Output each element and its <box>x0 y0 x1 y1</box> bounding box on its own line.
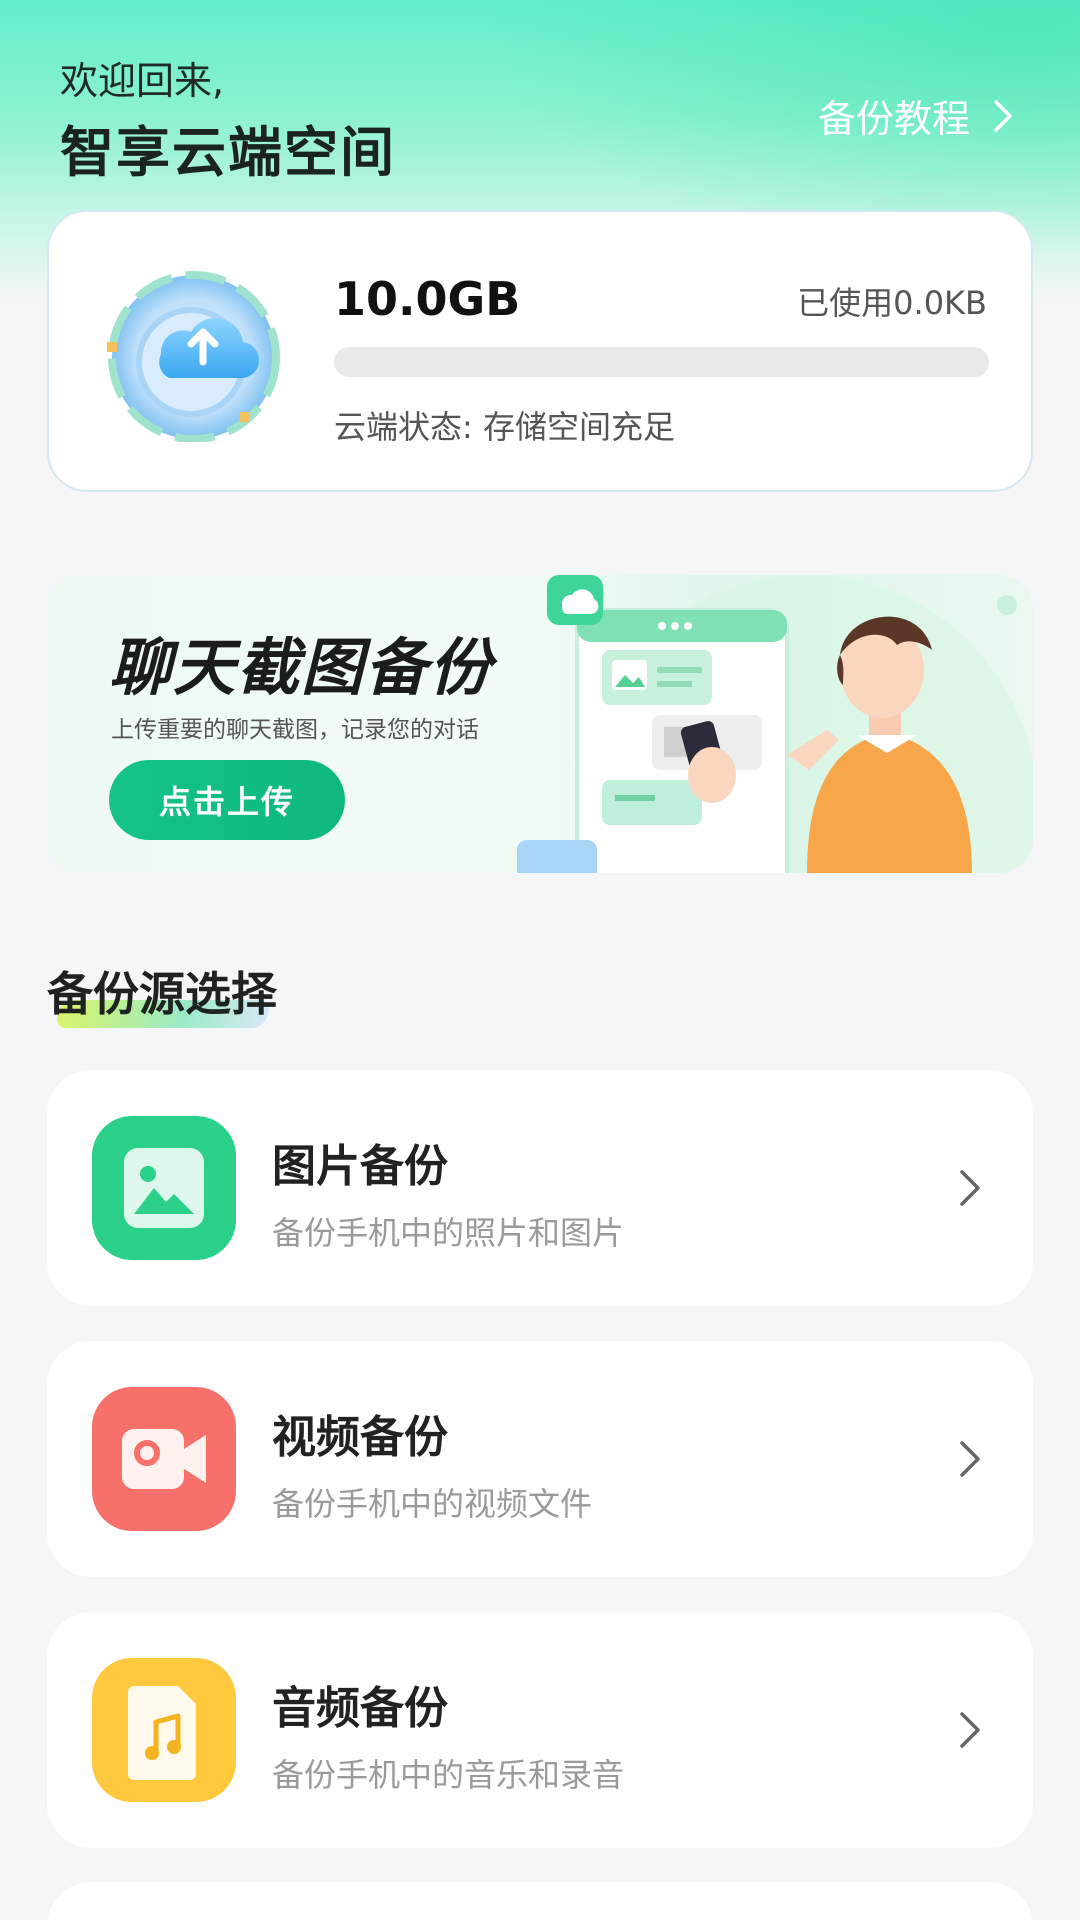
section-title: 备份源选择 <box>47 967 277 1021</box>
storage-used: 已使用0.0KB <box>797 284 987 322</box>
source-description: 备份手机中的音乐和录音 <box>272 1756 625 1794</box>
source-description: 备份手机中的照片和图片 <box>272 1214 625 1252</box>
banner-title: 聊天截图备份 <box>109 631 494 704</box>
image-backup-icon-tile <box>92 1116 236 1260</box>
audio-backup-icon-tile <box>92 1658 236 1802</box>
video-backup-card[interactable]: 视频备份 备份手机中的视频文件 <box>47 1341 1033 1577</box>
source-description: 备份手机中的视频文件 <box>272 1485 593 1523</box>
storage-capacity: 10.0GB <box>334 272 521 326</box>
source-name: 图片备份 <box>272 1141 448 1192</box>
backup-tutorial-link[interactable]: 备份教程 <box>818 88 1018 143</box>
chevron-right-icon <box>960 1170 980 1206</box>
upload-button[interactable]: 点击上传 <box>109 760 345 840</box>
music-note-icon <box>92 1658 236 1802</box>
video-camera-icon <box>92 1387 236 1531</box>
next-source-card[interactable] <box>47 1882 1033 1920</box>
image-backup-card[interactable]: 图片备份 备份手机中的照片和图片 <box>47 1070 1033 1306</box>
welcome-text: 欢迎回来, <box>60 59 225 103</box>
banner-subtitle: 上传重要的聊天截图，记录您的对话 <box>111 717 479 743</box>
chevron-right-icon <box>960 1712 980 1748</box>
cloud-upload-illustration <box>107 271 280 442</box>
storage-card: 10.0GB 已使用0.0KB 云端状态: 存储空间充足 <box>47 210 1033 492</box>
storage-progress-bar <box>334 347 989 377</box>
image-icon <box>92 1116 236 1260</box>
page-title: 智享云端空间 <box>60 121 396 184</box>
tutorial-link-label: 备份教程 <box>817 97 970 141</box>
audio-backup-card[interactable]: 音频备份 备份手机中的音乐和录音 <box>47 1612 1033 1848</box>
video-backup-icon-tile <box>92 1387 236 1531</box>
chevron-right-icon <box>994 99 1012 132</box>
chevron-right-icon <box>960 1441 980 1477</box>
person-with-phone-illustration <box>517 575 1033 873</box>
source-name: 音频备份 <box>272 1683 448 1734</box>
chat-screenshot-backup-banner[interactable]: 聊天截图备份 上传重要的聊天截图，记录您的对话 点击上传 <box>47 575 1033 873</box>
source-name: 视频备份 <box>272 1412 448 1463</box>
cloud-status: 云端状态: 存储空间充足 <box>334 408 675 446</box>
